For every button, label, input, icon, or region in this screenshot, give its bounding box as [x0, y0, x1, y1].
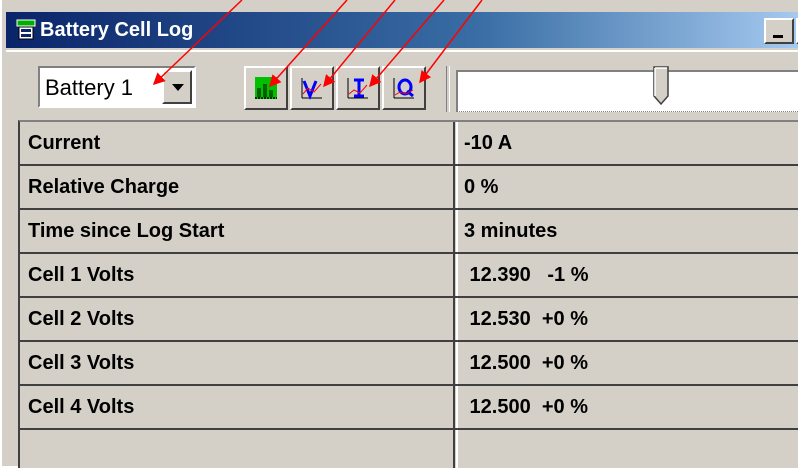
voltage-chart-button[interactable] [290, 66, 334, 110]
minimize-button[interactable] [764, 18, 794, 44]
row-value: 0 % [464, 176, 499, 198]
row-label: Cell 1 Volts [28, 264, 135, 286]
window-title: Battery Cell Log [40, 19, 194, 41]
minimize-icon [773, 35, 783, 38]
row-value: 12.530 +0 % [464, 308, 588, 330]
log-position-slider[interactable] [456, 70, 798, 112]
row-label: Current [28, 132, 101, 154]
row-label: Time since Log Start [28, 220, 225, 242]
table-row [20, 430, 798, 474]
current-chart-button[interactable] [336, 66, 380, 110]
chevron-down-icon[interactable] [162, 70, 192, 104]
row-value: 12.390 -1 % [464, 264, 589, 286]
battery-select[interactable]: Battery 1 [38, 66, 196, 108]
table-row[interactable]: Cell 2 Volts 12.530 +0 % [20, 298, 798, 342]
row-value: 12.500 +0 % [464, 352, 588, 374]
charge-bar-chart-button[interactable] [244, 66, 288, 110]
row-value: 3 minutes [464, 220, 558, 242]
charge-q-chart-button[interactable] [382, 66, 426, 110]
cell-log-table: Current -10 A Relative Charge 0 % Time s… [18, 120, 798, 468]
table-row[interactable]: Relative Charge 0 % [20, 166, 798, 210]
row-value: 12.500 +0 % [464, 396, 588, 418]
charge-q-chart-icon [393, 78, 414, 99]
table-row[interactable]: Current -10 A [20, 122, 798, 166]
row-label: Cell 3 Volts [28, 352, 135, 374]
row-value: -10 A [464, 132, 513, 154]
toolbar-separator [446, 66, 450, 112]
voltage-chart-icon [301, 78, 322, 100]
row-label: Cell 2 Volts [28, 308, 135, 330]
title-bar[interactable]: Battery Cell Log [6, 12, 798, 48]
charge-bar-chart-icon [255, 77, 277, 99]
table-row[interactable]: Time since Log Start 3 minutes [20, 210, 798, 254]
toolbar: Battery 1 [6, 50, 798, 118]
battery-log-app-icon [16, 19, 36, 40]
table-row[interactable]: Cell 4 Volts 12.500 +0 % [20, 386, 798, 430]
battery-cell-log-window: Battery Cell Log Battery 1 Current -10 A… [0, 0, 798, 468]
row-label: Cell 4 Volts [28, 396, 135, 418]
table-row[interactable]: Cell 3 Volts 12.500 +0 % [20, 342, 798, 386]
slider-thumb[interactable] [653, 66, 669, 106]
current-chart-icon [347, 78, 368, 99]
table-row[interactable]: Cell 1 Volts 12.390 -1 % [20, 254, 798, 298]
battery-select-value: Battery 1 [45, 75, 134, 100]
row-label: Relative Charge [28, 176, 180, 198]
